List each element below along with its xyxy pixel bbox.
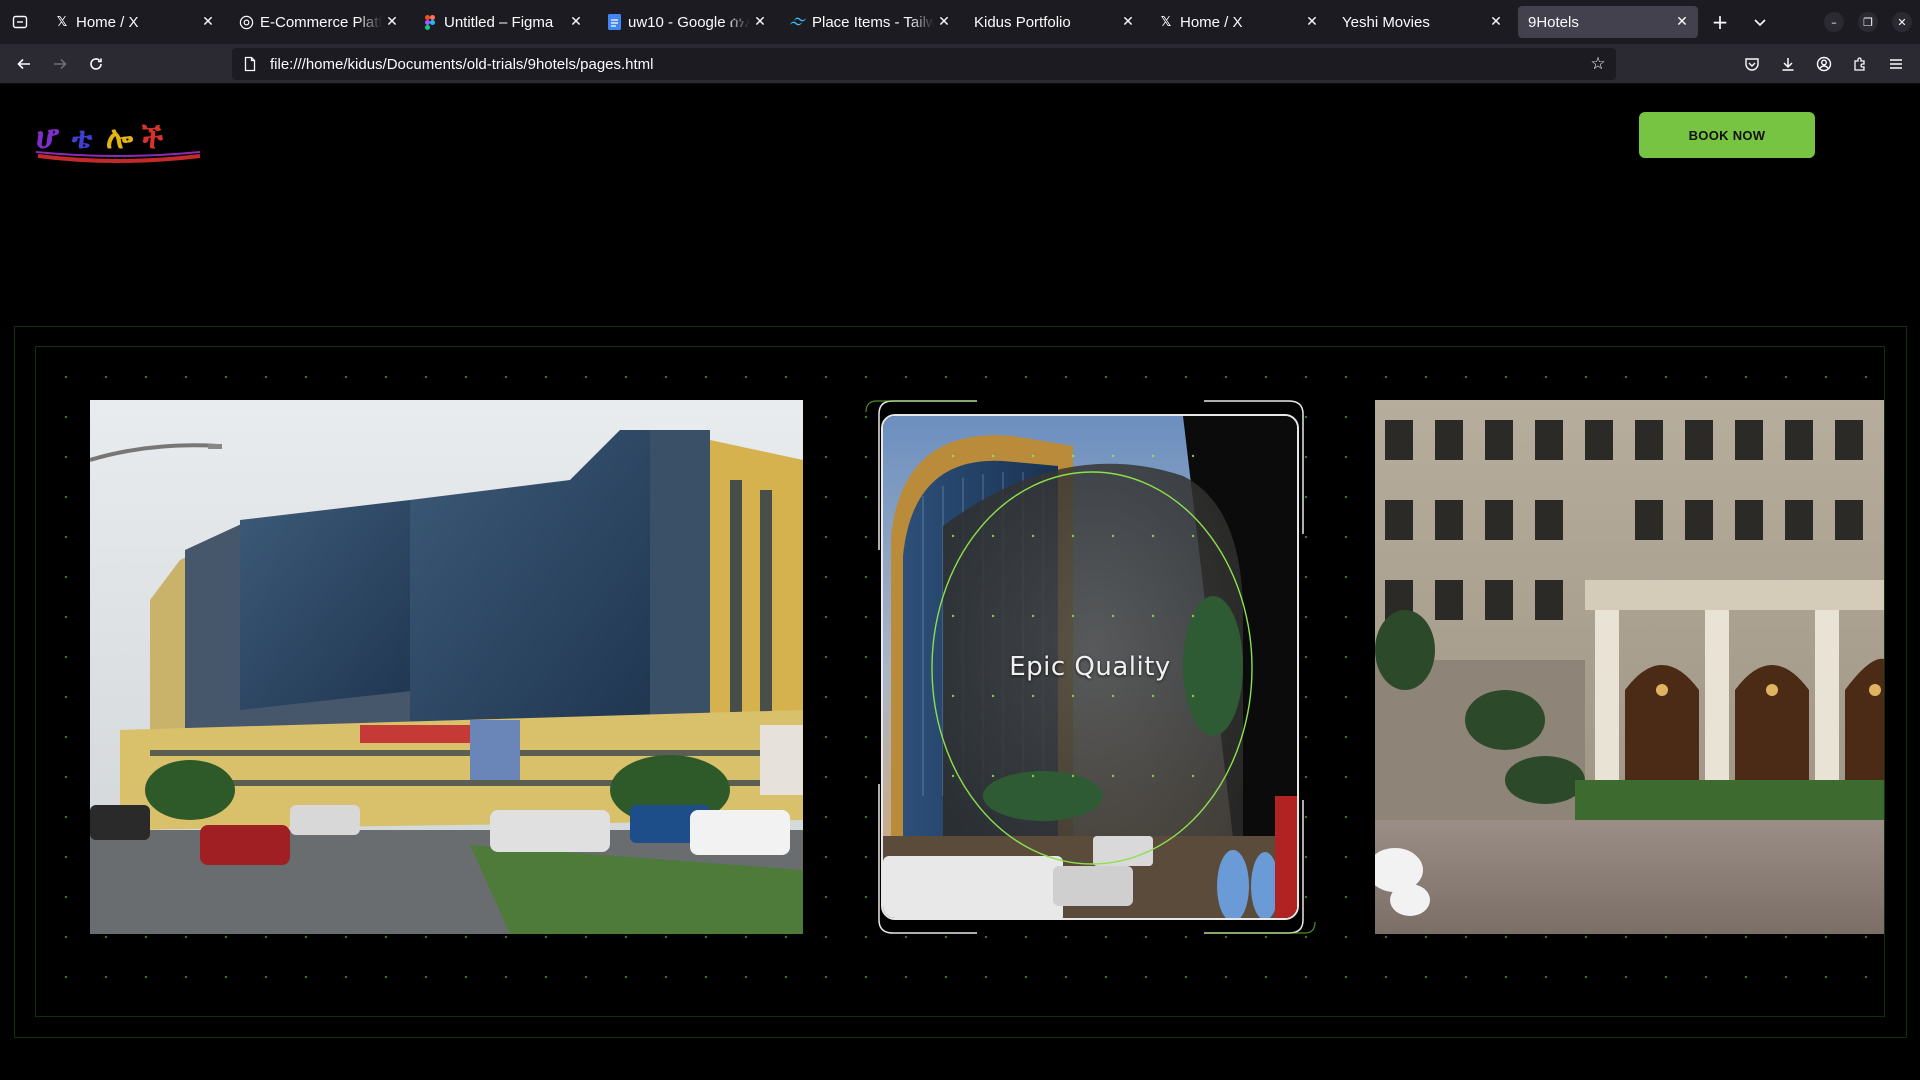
menu-icon[interactable] <box>1884 52 1908 76</box>
browser-tab-bar: 𝕏 Home / X ✕ E-Commerce Platfo ✕ Untitle… <box>0 0 1920 44</box>
svg-text:ሎ: ሎ <box>106 121 134 156</box>
close-icon[interactable]: ✕ <box>198 12 218 32</box>
hotel-photo-street[interactable] <box>90 400 803 934</box>
page-icon <box>242 56 258 72</box>
tab-tailwind[interactable]: Place Items - Tailwi ✕ <box>780 6 960 38</box>
download-icon[interactable] <box>1776 52 1800 76</box>
back-icon[interactable] <box>12 52 36 76</box>
google-docs-icon <box>606 14 622 30</box>
close-icon[interactable]: ✕ <box>750 12 770 32</box>
browser-nav-bar: file:///home/kidus/Documents/old-trials/… <box>0 44 1920 84</box>
minimize-icon[interactable]: – <box>1824 12 1844 32</box>
tab-ecommerce[interactable]: E-Commerce Platfo ✕ <box>228 6 408 38</box>
tab-yeshi-movies[interactable]: Yeshi Movies ✕ <box>1332 6 1512 38</box>
account-icon[interactable] <box>1812 52 1836 76</box>
bookmark-star-icon[interactable]: ☆ <box>1586 52 1610 76</box>
reload-icon[interactable] <box>84 52 108 76</box>
svg-text:ቴ: ቴ <box>71 121 93 156</box>
new-tab-icon[interactable]: + <box>1708 10 1732 34</box>
close-icon[interactable]: ✕ <box>1302 12 1322 32</box>
svg-text:ሆ: ሆ <box>36 117 60 157</box>
site-logo[interactable]: ሆ ቴ ሎ ች <box>32 114 202 164</box>
book-now-button[interactable]: BOOK NOW <box>1639 112 1815 158</box>
close-icon[interactable]: ✕ <box>934 12 954 32</box>
hotel-photo-facade[interactable] <box>1375 400 1884 934</box>
close-icon[interactable]: ✕ <box>1486 12 1506 32</box>
close-icon[interactable]: ✕ <box>1672 12 1692 32</box>
tab-kidus-portfolio[interactable]: Kidus Portfolio ✕ <box>964 6 1144 38</box>
x-logo-icon: 𝕏 <box>1160 14 1172 30</box>
featured-card-image: Epic Quality <box>881 414 1299 920</box>
close-icon[interactable]: ✕ <box>1118 12 1138 32</box>
window-close-icon[interactable]: ✕ <box>1892 12 1912 32</box>
restore-icon[interactable]: ❐ <box>1858 12 1878 32</box>
forward-icon[interactable] <box>48 52 72 76</box>
close-icon[interactable]: ✕ <box>566 12 586 32</box>
svg-text:ች: ች <box>141 121 164 156</box>
x-logo-icon: 𝕏 <box>56 14 68 30</box>
page-content: ሆ ቴ ሎ ች BOOK NOW Epic Quality <box>0 84 1920 1080</box>
chevron-down-icon[interactable] <box>1748 10 1772 34</box>
tab-home-x[interactable]: 𝕏 Home / X ✕ <box>44 6 224 38</box>
pocket-icon[interactable] <box>1740 52 1764 76</box>
close-icon[interactable]: ✕ <box>382 12 402 32</box>
tailwind-icon <box>790 14 806 30</box>
tab-google-docs[interactable]: uw10 - Google ሰነዶ ✕ <box>596 6 776 38</box>
figma-icon <box>422 14 438 30</box>
extensions-icon[interactable] <box>1848 52 1872 76</box>
tab-list-icon[interactable] <box>8 10 32 34</box>
url-bar[interactable]: file:///home/kidus/Documents/old-trials/… <box>232 48 1616 80</box>
featured-card[interactable]: Epic Quality <box>865 400 1316 934</box>
tab-9hotels[interactable]: 9Hotels ✕ <box>1518 6 1698 38</box>
tab-home-x-2[interactable]: 𝕏 Home / X ✕ <box>1148 6 1328 38</box>
tab-figma[interactable]: Untitled – Figma ✕ <box>412 6 592 38</box>
featured-card-label: Epic Quality <box>1009 652 1171 682</box>
gallery-carousel: Epic Quality <box>35 346 1885 1017</box>
url-text[interactable]: file:///home/kidus/Documents/old-trials/… <box>270 56 1586 73</box>
chatgpt-icon <box>238 14 254 30</box>
